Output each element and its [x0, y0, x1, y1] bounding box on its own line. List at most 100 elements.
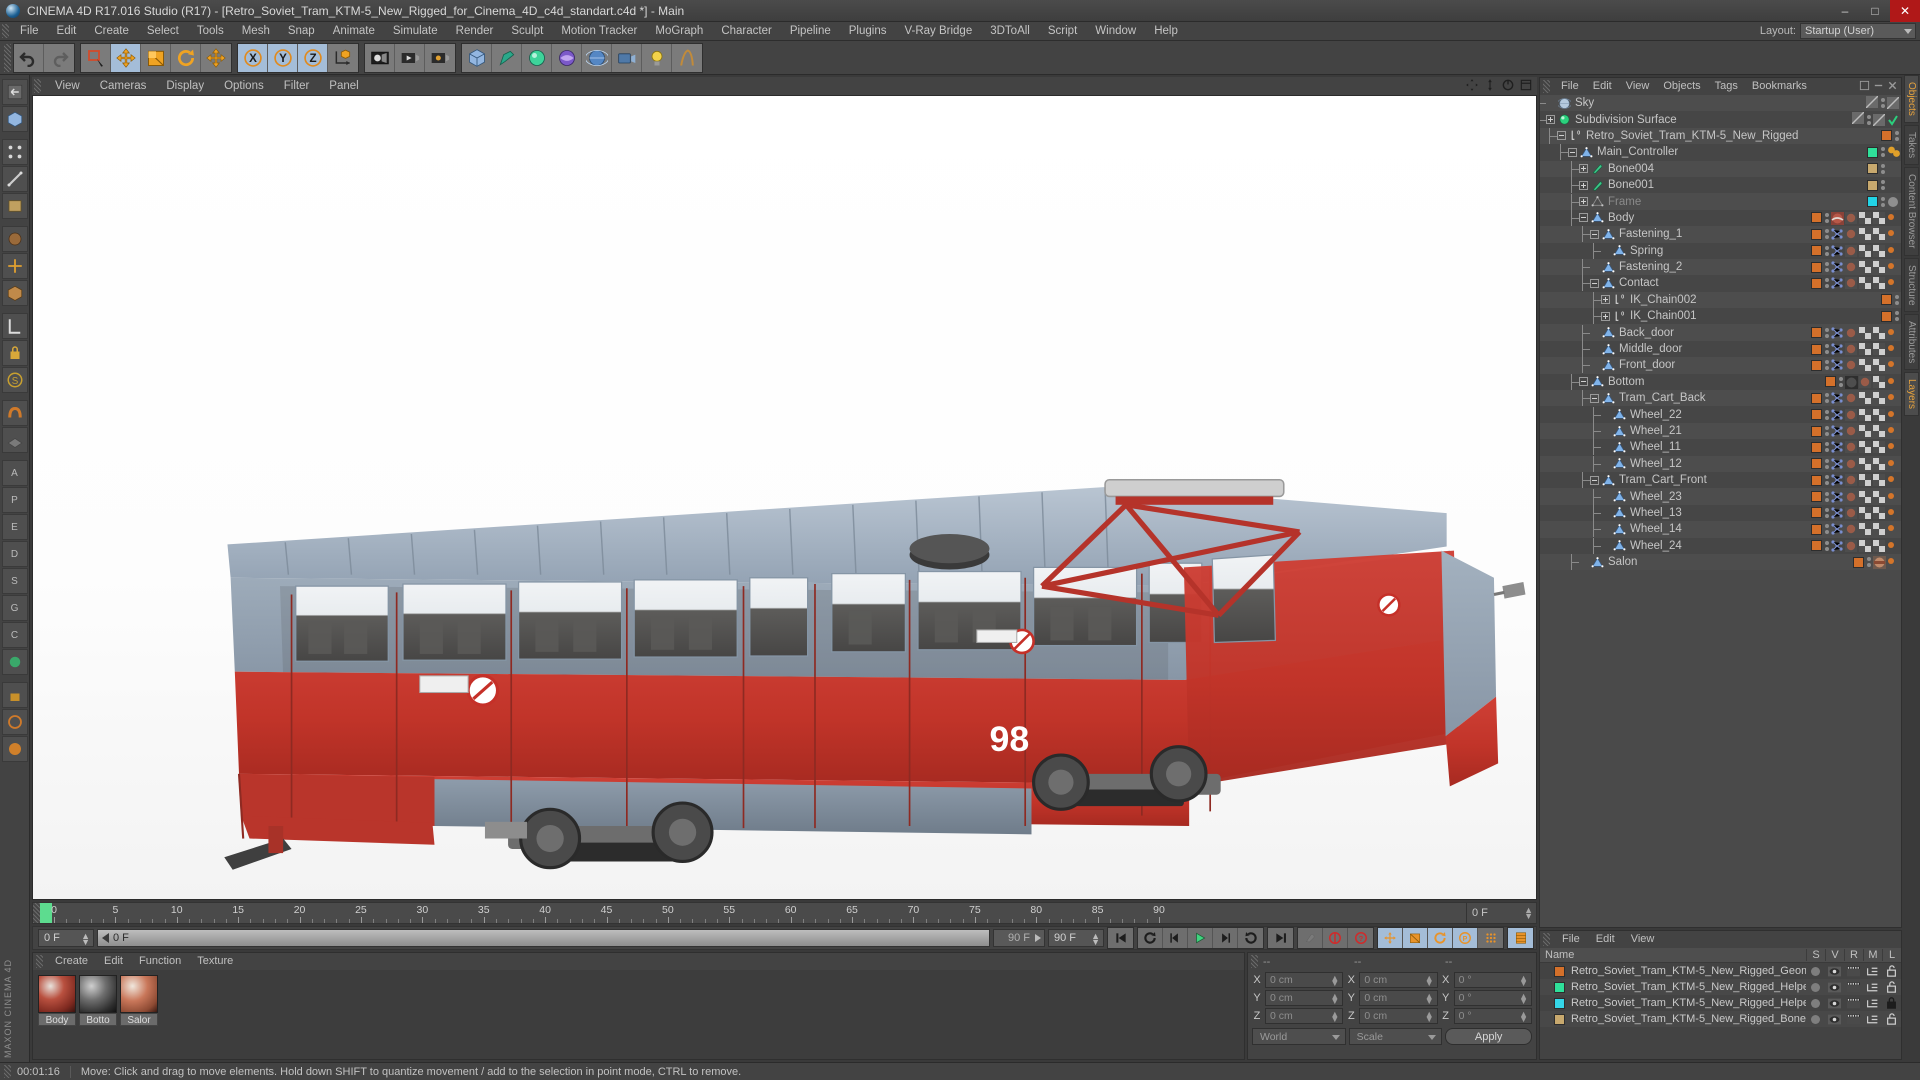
object-tree-row[interactable]: Main_Controller — [1540, 144, 1901, 161]
tag-dot-icon[interactable] — [1887, 327, 1899, 339]
visibility-dots[interactable] — [1824, 344, 1829, 355]
lock-y-axis-button[interactable]: Y — [268, 43, 298, 72]
layer-color-swatch[interactable] — [1867, 146, 1878, 158]
tag-tex2-icon[interactable] — [1859, 244, 1871, 257]
menu-tools[interactable]: Tools — [188, 22, 233, 41]
tool-undo-view-button[interactable] — [1, 79, 28, 105]
menu-plugins[interactable]: Plugins — [840, 22, 896, 41]
tag-tex3-icon[interactable] — [1873, 343, 1885, 356]
layer-color-swatch[interactable] — [1811, 474, 1822, 486]
menu-3dtoall[interactable]: 3DToAll — [981, 22, 1039, 41]
tool-d-button[interactable]: D — [1, 541, 28, 567]
position-key-button[interactable] — [1378, 928, 1403, 948]
tool-g-button[interactable]: G — [1, 595, 28, 621]
tag-net-icon[interactable] — [1831, 490, 1843, 503]
tag-tex2-icon[interactable] — [1859, 228, 1871, 241]
timeline-window-button[interactable] — [1508, 928, 1533, 948]
tool-lock-button[interactable] — [1, 340, 28, 366]
lock-z-axis-button[interactable]: Z — [298, 43, 328, 72]
tag-tex3-icon[interactable] — [1873, 326, 1885, 339]
tool-bodypaint-lock-button[interactable] — [1, 682, 28, 708]
layer-color-swatch[interactable] — [1811, 491, 1822, 503]
visibility-dots[interactable] — [1824, 278, 1829, 289]
layer-color-swatch[interactable] — [1811, 523, 1822, 535]
current-frame-field[interactable]: 0 F ▲ ▼ — [38, 929, 94, 947]
object-menu-bookmarks[interactable]: Bookmarks — [1745, 78, 1814, 95]
light-button[interactable] — [642, 43, 672, 72]
visibility-dots[interactable] — [1824, 327, 1829, 338]
layer-color-swatch[interactable] — [1881, 130, 1892, 142]
tag-tex-icon[interactable] — [1845, 457, 1857, 470]
tag-dot-icon[interactable] — [1887, 359, 1899, 371]
rotation-y-field[interactable]: 0 ° ▲ ▼ — [1453, 990, 1532, 1006]
render-settings-button[interactable] — [425, 43, 455, 72]
timeline-ruler[interactable]: 0 5 10 15 20 25 30 35 40 45 50 55 60 65 70 75 80 85 90 — [40, 903, 1466, 923]
tag-tex-icon[interactable] — [1845, 359, 1857, 372]
maximize-button[interactable]: □ — [1860, 0, 1890, 22]
close-button[interactable]: ✕ — [1890, 0, 1920, 22]
tag-net-icon[interactable] — [1831, 409, 1843, 421]
tool-ruler-button[interactable] — [1, 313, 28, 339]
object-tree-row[interactable]: Wheel_12 — [1540, 455, 1901, 472]
material-chip[interactable]: Salor — [120, 975, 158, 1026]
rotation-key-button[interactable] — [1428, 928, 1453, 948]
tag-tex-icon[interactable] — [1845, 523, 1857, 536]
tag-dot-icon[interactable] — [1887, 491, 1899, 503]
tag-tex3-icon[interactable] — [1873, 506, 1885, 519]
keyframe-selection-button[interactable]: ? — [1348, 928, 1373, 948]
tool-axis-mode-button[interactable] — [1, 253, 28, 279]
close-panel-icon[interactable] — [1887, 80, 1898, 91]
side-tab-takes[interactable]: Takes — [1904, 124, 1919, 166]
scale-tool-button[interactable] — [141, 43, 171, 72]
next-frame-button[interactable] — [1213, 928, 1238, 948]
visibility-dots[interactable] — [1824, 540, 1829, 551]
layer-color-swatch[interactable] — [1811, 343, 1822, 355]
play-button[interactable] — [1188, 928, 1213, 948]
visibility-dots[interactable] — [1824, 491, 1829, 502]
layer-color-swatch-empty[interactable] — [1851, 111, 1865, 127]
tag-tex2-icon[interactable] — [1859, 474, 1871, 487]
move-dup-button[interactable] — [201, 43, 231, 72]
deformer-button[interactable] — [552, 43, 582, 72]
tag-tex-icon[interactable] — [1845, 506, 1857, 519]
tag-dot-icon[interactable] — [1887, 392, 1899, 404]
minimize-panel-icon[interactable] — [1873, 80, 1884, 91]
layer-lock-toggle[interactable] — [1882, 981, 1901, 993]
object-tree-row[interactable]: Wheel_13 — [1540, 504, 1901, 522]
tag-net-icon[interactable] — [1831, 327, 1843, 339]
world-object-coordinate-button[interactable] — [328, 43, 358, 72]
tool-points-mode-button[interactable] — [1, 139, 28, 165]
menu-v-ray-bridge[interactable]: V-Ray Bridge — [895, 22, 981, 41]
tag-net-icon[interactable] — [1831, 245, 1843, 257]
material-menu-edit[interactable]: Edit — [96, 953, 131, 970]
menu-character[interactable]: Character — [712, 22, 781, 41]
visibility-dots[interactable] — [1824, 475, 1829, 486]
timeline-end-field[interactable]: 0 F ▲ ▼ — [1466, 903, 1536, 923]
render-region-button[interactable] — [395, 43, 425, 72]
menu-window[interactable]: Window — [1086, 22, 1145, 41]
object-tree-row[interactable]: Front_door — [1540, 357, 1901, 374]
tag-tex3-icon[interactable] — [1873, 408, 1885, 421]
object-tree-row[interactable]: Tram_Cart_Back — [1540, 390, 1901, 407]
tag-check-icon[interactable] — [1887, 114, 1899, 126]
layer-color-swatch[interactable] — [1811, 409, 1822, 421]
tag-dot-icon[interactable] — [1887, 212, 1899, 224]
material-chip[interactable]: Body — [38, 975, 76, 1026]
layer-row[interactable]: Retro_Soviet_Tram_KTM-5_New_Rigged_Geome… — [1540, 963, 1901, 979]
menu-script[interactable]: Script — [1039, 22, 1086, 41]
scale-key-button[interactable] — [1403, 928, 1428, 948]
material-chip[interactable]: Botto — [79, 975, 117, 1026]
pan-icon[interactable] — [1465, 78, 1479, 92]
spline-pen-button[interactable] — [492, 43, 522, 72]
layer-row[interactable]: Retro_Soviet_Tram_KTM-5_New_Rigged_Bones — [1540, 1011, 1901, 1027]
layer-menu-file[interactable]: File — [1554, 931, 1588, 948]
tag-net-icon[interactable] — [1831, 392, 1843, 404]
cube-primitive-button[interactable] — [462, 43, 492, 72]
tree-expander-minus[interactable] — [1590, 393, 1599, 403]
layer-lock-toggle[interactable] — [1882, 997, 1901, 1009]
material-preview-sphere[interactable] — [38, 975, 76, 1013]
tag-tex3-icon[interactable] — [1873, 277, 1885, 290]
tag-tex2-icon[interactable] — [1859, 359, 1871, 372]
tag-tex2-icon[interactable] — [1859, 261, 1871, 274]
layer-visible-toggle[interactable] — [1825, 966, 1844, 977]
